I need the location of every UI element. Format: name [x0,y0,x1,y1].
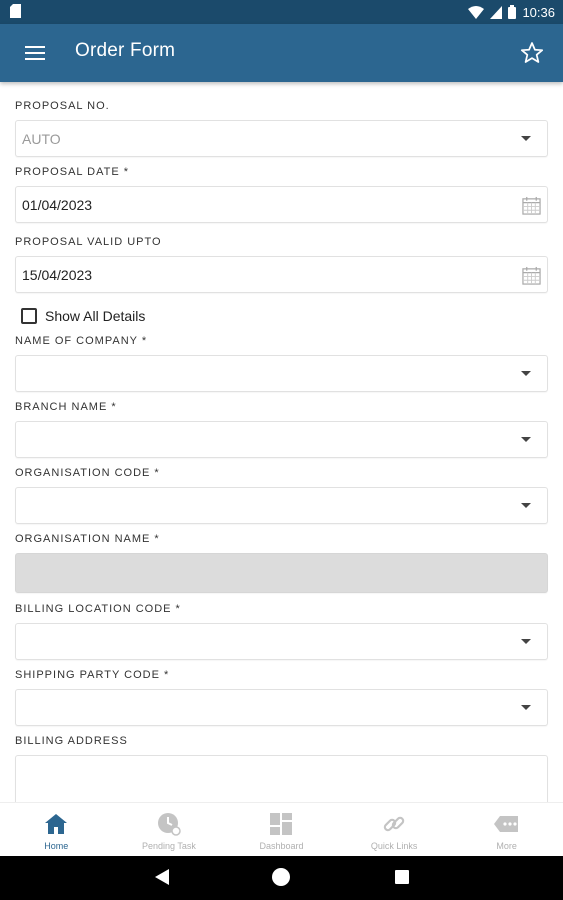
proposal-valid-upto-value: 15/04/2023 [22,266,93,283]
branch-name-field: BRANCH NAME * [15,401,548,458]
show-all-details-checkbox[interactable]: Show All Details [21,308,145,324]
order-form: PROPOSAL NO. AUTO PROPOSAL DATE * 01/04/… [0,82,563,802]
checkbox-box[interactable] [21,308,37,324]
shipping-party-code-select[interactable] [15,689,548,726]
billing-location-code-field: BILLING LOCATION CODE * [15,603,548,660]
branch-name-label: BRANCH NAME * [15,401,117,413]
page-title: Order Form [75,40,176,61]
branch-name-select[interactable] [15,421,548,458]
proposal-no-select[interactable]: AUTO [15,120,548,157]
hamburger-menu-icon[interactable] [18,40,52,66]
nav-item-more[interactable]: More [450,803,563,856]
clock-icon [156,811,182,837]
system-navigation-bar [0,856,563,900]
home-button-icon[interactable] [272,868,290,886]
chevron-down-icon [521,136,531,141]
nav-label-home: Home [44,841,69,851]
billing-location-code-select[interactable] [15,623,548,660]
app-bar: Order Form [0,24,563,82]
link-icon [381,811,407,837]
calendar-icon[interactable] [522,196,541,215]
proposal-valid-upto-field: PROPOSAL VALID UPTO 15/04/2023 [15,236,548,293]
recent-apps-icon[interactable] [395,870,409,884]
sim-card-icon [10,4,21,18]
chevron-down-icon [521,371,531,376]
nav-label-more: More [496,841,517,851]
nav-item-quick-links[interactable]: Quick Links [338,803,451,856]
home-icon [43,811,69,837]
shipping-party-code-label: SHIPPING PARTY CODE * [15,669,170,681]
organisation-name-label: ORGANISATION NAME * [15,533,160,545]
organisation-code-label: ORGANISATION CODE * [15,467,160,479]
chevron-down-icon [521,705,531,710]
billing-address-field: BILLING ADDRESS [15,735,548,802]
billing-address-textarea[interactable] [15,755,548,802]
organisation-name-input [15,553,548,593]
chevron-down-icon [521,437,531,442]
proposal-date-field: PROPOSAL DATE * 01/04/2023 [15,166,548,223]
back-icon[interactable] [155,869,169,885]
bottom-navigation: Home Pending Task Dashboard Quick Links … [0,802,563,856]
more-icon [493,811,520,837]
billing-location-code-label: BILLING LOCATION CODE * [15,603,181,615]
show-all-details-label: Show All Details [45,308,146,324]
name-of-company-select[interactable] [15,355,548,392]
proposal-date-input[interactable]: 01/04/2023 [15,186,548,223]
proposal-no-field: PROPOSAL NO. AUTO [15,100,548,157]
name-of-company-label: NAME OF COMPANY * [15,335,148,347]
nav-item-home[interactable]: Home [0,803,113,856]
wifi-icon [468,5,485,19]
status-bar: 10:36 [0,0,563,24]
star-outline-icon[interactable] [519,40,545,66]
dashboard-icon [268,811,294,837]
organisation-code-field: ORGANISATION CODE * [15,467,548,524]
proposal-date-label: PROPOSAL DATE * [15,166,130,178]
organisation-code-select[interactable] [15,487,548,524]
organisation-name-field: ORGANISATION NAME * [15,533,548,593]
nav-label-quick-links: Quick Links [370,841,418,851]
name-of-company-field: NAME OF COMPANY * [15,335,548,392]
nav-label-dashboard: Dashboard [259,841,304,851]
chevron-down-icon [521,639,531,644]
calendar-icon[interactable] [522,266,541,285]
shipping-party-code-field: SHIPPING PARTY CODE * [15,669,548,726]
proposal-valid-upto-input[interactable]: 15/04/2023 [15,256,548,293]
proposal-no-value: AUTO [22,130,61,147]
chevron-down-icon [521,503,531,508]
billing-address-label: BILLING ADDRESS [15,735,128,747]
signal-icon [490,5,503,19]
battery-icon [508,5,517,19]
nav-item-dashboard[interactable]: Dashboard [225,803,338,856]
nav-item-pending-task[interactable]: Pending Task [113,803,226,856]
proposal-no-label: PROPOSAL NO. [15,100,110,112]
proposal-date-value: 01/04/2023 [22,196,93,213]
status-time: 10:36 [522,4,555,20]
nav-label-pending-task: Pending Task [141,841,196,851]
proposal-valid-upto-label: PROPOSAL VALID UPTO [15,236,162,248]
